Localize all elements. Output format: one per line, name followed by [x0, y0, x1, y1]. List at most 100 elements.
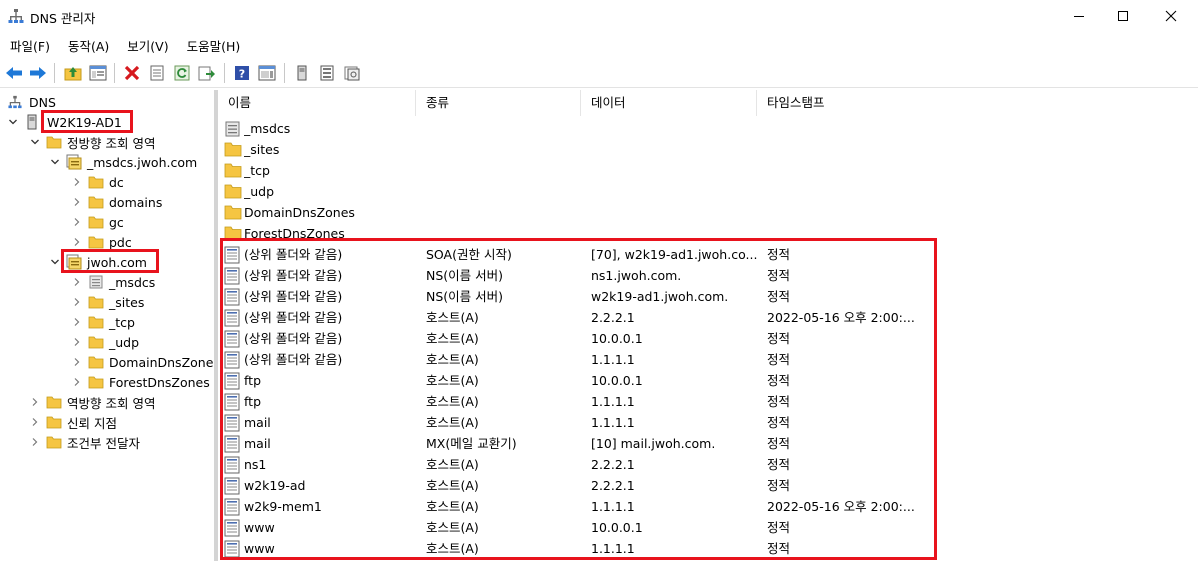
- tree-node-jwoh-tcp[interactable]: _tcp: [70, 312, 135, 332]
- record-row[interactable]: (상위 폴더와 같음)NS(이름 서버)ns1.jwoh.com.정적: [218, 265, 1198, 286]
- title-bar: DNS 관리자: [0, 0, 1198, 32]
- tree-node-server[interactable]: W2K19-AD1: [6, 112, 122, 132]
- chevron-down-icon[interactable]: [6, 112, 20, 132]
- tree-node-jwoh-msdcs[interactable]: _msdcs: [70, 272, 155, 292]
- folder-up-icon: [64, 65, 82, 81]
- record-row[interactable]: w2k19-ad호스트(A)2.2.2.1정적: [218, 475, 1198, 496]
- folder-icon: [88, 194, 104, 210]
- tree-node-pdc[interactable]: pdc: [70, 232, 132, 252]
- close-button[interactable]: [1148, 0, 1194, 32]
- menu-action[interactable]: 동작(A): [58, 33, 117, 55]
- export-list-button[interactable]: [197, 63, 217, 83]
- record-name: w2k19-ad: [244, 475, 305, 496]
- console-tree-icon: [89, 65, 107, 81]
- tree-node-jwoh-sites[interactable]: _sites: [70, 292, 144, 312]
- menu-file[interactable]: 파일(F): [0, 33, 58, 55]
- record-row[interactable]: (상위 폴더와 같음)호스트(A)10.0.0.1정적: [218, 328, 1198, 349]
- tree-node-forward-zones[interactable]: 정방향 조회 영역: [28, 132, 155, 152]
- tree-node-jwoh-domaindnszones[interactable]: DomainDnsZone: [70, 352, 213, 372]
- folder-row[interactable]: ForestDnsZones: [218, 223, 1198, 244]
- tree-node-gc[interactable]: gc: [70, 212, 124, 232]
- minimize-button[interactable]: [1056, 0, 1102, 32]
- folder-row[interactable]: _msdcs: [218, 118, 1198, 139]
- properties-button[interactable]: [147, 63, 167, 83]
- chevron-right-icon[interactable]: [28, 392, 42, 412]
- tree-node-msdcs-zone[interactable]: _msdcs.jwoh.com: [48, 152, 197, 172]
- show-action-pane-button[interactable]: [257, 63, 277, 83]
- zone-view-button[interactable]: [342, 63, 362, 83]
- tree-node-dns[interactable]: DNS: [8, 92, 56, 112]
- tree-node-jwoh-udp[interactable]: _udp: [70, 332, 139, 352]
- record-row[interactable]: (상위 폴더와 같음)호스트(A)2.2.2.12022-05-16 오후 2:…: [218, 307, 1198, 328]
- close-icon: [1165, 10, 1177, 22]
- refresh-button[interactable]: [172, 63, 192, 83]
- record-row[interactable]: (상위 폴더와 같음)호스트(A)1.1.1.1정적: [218, 349, 1198, 370]
- chevron-right-icon[interactable]: [28, 412, 42, 432]
- delegated-zone-icon: [224, 120, 242, 138]
- column-data[interactable]: 데이터: [581, 90, 757, 116]
- record-type: NS(이름 서버): [426, 286, 503, 307]
- chevron-down-icon[interactable]: [28, 132, 42, 152]
- chevron-right-icon[interactable]: [70, 272, 84, 292]
- svg-text:?: ?: [239, 68, 245, 81]
- zone-icon: [66, 254, 82, 270]
- folder-row[interactable]: _udp: [218, 181, 1198, 202]
- dns-record-icon: [224, 267, 242, 285]
- toolbar-separator: [284, 63, 285, 83]
- tree-node-jwoh-zone[interactable]: jwoh.com: [48, 252, 147, 272]
- up-level-button[interactable]: [63, 63, 83, 83]
- tree-node-conditional-forwarders[interactable]: 조건부 전달자: [28, 432, 140, 452]
- record-view-button[interactable]: [317, 63, 337, 83]
- record-timestamp: 정적: [767, 475, 790, 496]
- chevron-right-icon[interactable]: [70, 172, 84, 192]
- record-row[interactable]: w2k9-mem1호스트(A)1.1.1.12022-05-16 오후 2:00…: [218, 496, 1198, 517]
- show-hide-console-tree-button[interactable]: [88, 63, 108, 83]
- chevron-right-icon[interactable]: [70, 352, 84, 372]
- chevron-right-icon[interactable]: [70, 232, 84, 252]
- record-row[interactable]: mailMX(메일 교환기)[10] mail.jwoh.com.정적: [218, 433, 1198, 454]
- record-data: 1.1.1.1: [591, 349, 635, 370]
- help-button[interactable]: ?: [232, 63, 252, 83]
- record-row[interactable]: www호스트(A)10.0.0.1정적: [218, 517, 1198, 538]
- folder-icon: [46, 434, 62, 450]
- record-data: 2.2.2.1: [591, 475, 635, 496]
- record-row[interactable]: mail호스트(A)1.1.1.1정적: [218, 412, 1198, 433]
- column-name[interactable]: 이름: [218, 90, 416, 116]
- chevron-right-icon[interactable]: [70, 192, 84, 212]
- chevron-right-icon[interactable]: [70, 372, 84, 392]
- menu-view[interactable]: 보기(V): [117, 33, 176, 55]
- tree-label: W2K19-AD1: [47, 115, 122, 130]
- folder-row[interactable]: _sites: [218, 139, 1198, 160]
- record-row[interactable]: ftp호스트(A)1.1.1.1정적: [218, 391, 1198, 412]
- record-row[interactable]: www호스트(A)1.1.1.1정적: [218, 538, 1198, 559]
- chevron-right-icon[interactable]: [70, 332, 84, 352]
- forward-button[interactable]: [28, 63, 48, 83]
- column-timestamp[interactable]: 타임스탬프: [757, 90, 957, 116]
- chevron-right-icon[interactable]: [28, 432, 42, 452]
- record-row[interactable]: (상위 폴더와 같음)NS(이름 서버)w2k19-ad1.jwoh.com.정…: [218, 286, 1198, 307]
- chevron-right-icon[interactable]: [70, 212, 84, 232]
- tree-node-reverse-zones[interactable]: 역방향 조회 영역: [28, 392, 155, 412]
- folder-row[interactable]: DomainDnsZones: [218, 202, 1198, 223]
- back-button[interactable]: [4, 63, 24, 83]
- delete-button[interactable]: [122, 63, 142, 83]
- folder-icon: [88, 294, 104, 310]
- chevron-right-icon[interactable]: [70, 292, 84, 312]
- chevron-down-icon[interactable]: [48, 152, 62, 172]
- chevron-right-icon[interactable]: [70, 312, 84, 332]
- chevron-down-icon[interactable]: [48, 252, 62, 272]
- tree-node-trust-points[interactable]: 신뢰 지점: [28, 412, 117, 432]
- tree-node-domains[interactable]: domains: [70, 192, 162, 212]
- menu-help[interactable]: 도움말(H): [177, 33, 249, 55]
- maximize-button[interactable]: [1100, 0, 1146, 32]
- column-type[interactable]: 종류: [416, 90, 581, 116]
- tree-node-dc[interactable]: dc: [70, 172, 124, 192]
- record-row[interactable]: ftp호스트(A)10.0.0.1정적: [218, 370, 1198, 391]
- server-view-button[interactable]: [292, 63, 312, 83]
- tree-node-jwoh-forestdnszones[interactable]: ForestDnsZones: [70, 372, 210, 392]
- maximize-icon: [1117, 10, 1129, 22]
- record-name: mail: [244, 433, 271, 454]
- record-row[interactable]: (상위 폴더와 같음)SOA(권한 시작)[70], w2k19-ad1.jwo…: [218, 244, 1198, 265]
- record-row[interactable]: ns1호스트(A)2.2.2.1정적: [218, 454, 1198, 475]
- folder-row[interactable]: _tcp: [218, 160, 1198, 181]
